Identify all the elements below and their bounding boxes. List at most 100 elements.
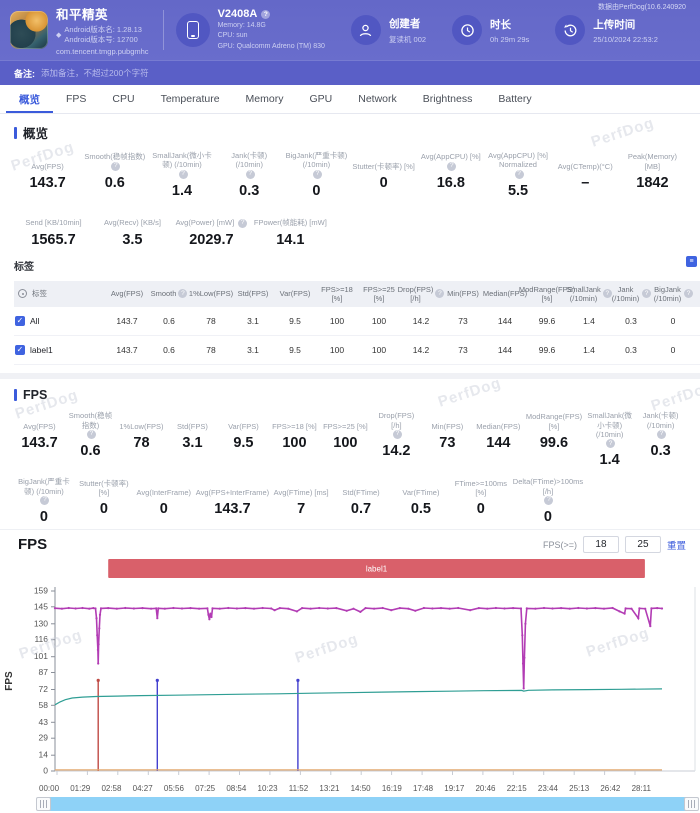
x-tick-label: 00:00 [39, 784, 59, 793]
metric-value: 0.3 [637, 443, 684, 459]
metric-value: 7 [273, 501, 329, 517]
overview-section: 概览 Avg(FPS)143.7Smooth(稳帧指数)?0.6SmallJan… [0, 114, 700, 252]
fps-chart-card: FPS FPS(>=) 重置 label11591451301161018772… [0, 529, 700, 813]
perfdog-report-page: 和平精英 ◆ Android版本名: 1.28.13 Android版本号: 1… [0, 0, 700, 813]
metric-label: Avg(Recv) [KB/s] [104, 218, 161, 227]
grip-icon [40, 800, 47, 808]
x-tick-label: 20:46 [475, 784, 495, 793]
device-model: V2408A [218, 8, 258, 20]
tab-temperature[interactable]: Temperature [148, 85, 233, 113]
svg-text:159: 159 [34, 586, 48, 596]
metric-label: ModRange(FPS)[%] [526, 412, 582, 431]
metric-cell: Peak(Memory) [MB]1842 [619, 151, 686, 199]
metric-cell: Avg(Power) [mW]?2029.7 [172, 208, 251, 248]
tab-brightness[interactable]: Brightness [410, 85, 486, 113]
metric-value: 78 [118, 435, 165, 451]
info-icon[interactable]: ? [87, 430, 96, 439]
note-bar[interactable]: 备注: 添加备注，不超过200个字符 [0, 60, 700, 85]
device-info-icon[interactable]: ? [261, 10, 270, 19]
device-memory: Memory: 14.8G [218, 21, 325, 31]
metric-cell: Stutter(卡顿率) [%]0 [350, 151, 417, 199]
metric-label: Drop(FPS) [/h] [373, 411, 420, 430]
metric-cell: Avg(InterFrame)0 [134, 477, 194, 525]
overview-title: 概览 [14, 123, 686, 142]
info-icon[interactable]: ? [447, 162, 456, 171]
x-tick-label: 11:52 [289, 784, 308, 793]
creator-circle [351, 15, 381, 45]
fps-chart-svg[interactable]: label11591451301161018772584329140FPS [0, 557, 700, 779]
svg-text:116: 116 [34, 634, 48, 644]
info-icon[interactable]: ? [178, 289, 187, 298]
phone-icon [187, 21, 199, 39]
info-icon[interactable]: ? [179, 170, 188, 179]
info-icon[interactable]: ? [111, 162, 120, 171]
tab-gpu[interactable]: GPU [296, 85, 345, 113]
scrollbar-right-handle[interactable] [684, 797, 699, 811]
device-circle [176, 13, 210, 47]
table-cell: 0 [652, 336, 694, 365]
x-tick-label: 28:11 [632, 784, 651, 793]
info-icon[interactable]: ? [238, 219, 247, 228]
table-header-cell: Var(FPS) [274, 281, 316, 307]
fps-chart-container[interactable]: label11591451301161018772584329140FPS [0, 557, 700, 784]
metric-label: 1%Low(FPS) [119, 422, 163, 431]
metric-label: Avg(Power) [mW] [176, 218, 235, 227]
metric-label: Median(FPS) [476, 422, 520, 431]
fps-max-input[interactable] [625, 536, 661, 553]
info-icon[interactable]: ? [606, 439, 615, 448]
reset-button[interactable]: 重置 [667, 538, 686, 552]
creator-stat: 创建者 复读机 002 [351, 15, 426, 45]
tab-fps[interactable]: FPS [53, 85, 99, 113]
tab-network[interactable]: Network [345, 85, 410, 113]
history-clock-icon [563, 23, 578, 38]
info-icon[interactable]: ? [40, 496, 49, 505]
table-header-cell: Std(FPS) [232, 281, 274, 307]
info-icon[interactable]: ? [657, 430, 666, 439]
duration-circle [452, 15, 482, 45]
perfdog-source-note: 数据由PerfDog(10.6.240920 [598, 2, 686, 12]
info-icon[interactable]: ? [684, 289, 693, 298]
x-tick-label: 05:56 [164, 784, 184, 793]
row-checkbox[interactable]: ✓ [15, 345, 25, 355]
info-icon[interactable]: ? [544, 496, 553, 505]
metric-label: Stutter(卡顿率) [%] [352, 162, 415, 171]
metric-value: 0 [285, 183, 348, 199]
scrollbar-left-handle[interactable] [36, 797, 51, 811]
duration-value: 0h 29m 29s [490, 35, 529, 44]
tab-cpu[interactable]: CPU [99, 85, 147, 113]
table-cell: 3.1 [232, 336, 274, 365]
x-tick-label: 26:42 [600, 784, 620, 793]
metric-cell: Avg(AppCPU) [%] Normalized?5.5 [484, 151, 551, 199]
info-icon[interactable]: ? [393, 430, 402, 439]
info-icon[interactable]: ? [246, 170, 255, 179]
metric-cell: 1%Low(FPS) 78 [116, 411, 167, 468]
column-settings-icon[interactable] [18, 289, 27, 298]
fps-min-input[interactable] [583, 536, 619, 553]
metric-label: Peak(Memory) [MB] [621, 152, 684, 171]
table-header-cell: FPS>=25 [%] [358, 281, 400, 307]
table-header-cell: Min(FPS) [442, 281, 484, 307]
creator-label: 创建者 [389, 16, 426, 31]
label-manager-icon[interactable]: ≡ [686, 256, 697, 267]
row-checkbox[interactable]: ✓ [15, 316, 25, 326]
metric-label: FPS>=18 [%] [272, 422, 317, 431]
metric-value: 0.6 [67, 443, 114, 459]
metric-value: 0.6 [83, 175, 146, 191]
metric-cell: Avg(FPS)143.7 [14, 411, 65, 468]
metric-value: 143.7 [16, 175, 79, 191]
metric-value: – [554, 175, 617, 191]
info-icon[interactable]: ? [642, 289, 651, 298]
info-icon[interactable]: ? [313, 170, 322, 179]
svg-text:72: 72 [39, 684, 49, 694]
table-cell: 143.7 [106, 336, 148, 365]
tab-overview[interactable]: 概览 [6, 85, 53, 113]
tab-memory[interactable]: Memory [233, 85, 297, 113]
chart-scrollbar[interactable] [46, 797, 697, 811]
metric-cell: Min(FPS)73 [422, 411, 473, 468]
metric-label: Std(FPS) [177, 422, 208, 431]
metric-label: Var(FTime) [402, 488, 439, 497]
table-cell: 73 [442, 336, 484, 365]
info-icon[interactable]: ? [515, 170, 524, 179]
tab-battery[interactable]: Battery [485, 85, 544, 113]
app-info: 和平精英 ◆ Android版本名: 1.28.13 Android版本号: 1… [56, 4, 149, 56]
